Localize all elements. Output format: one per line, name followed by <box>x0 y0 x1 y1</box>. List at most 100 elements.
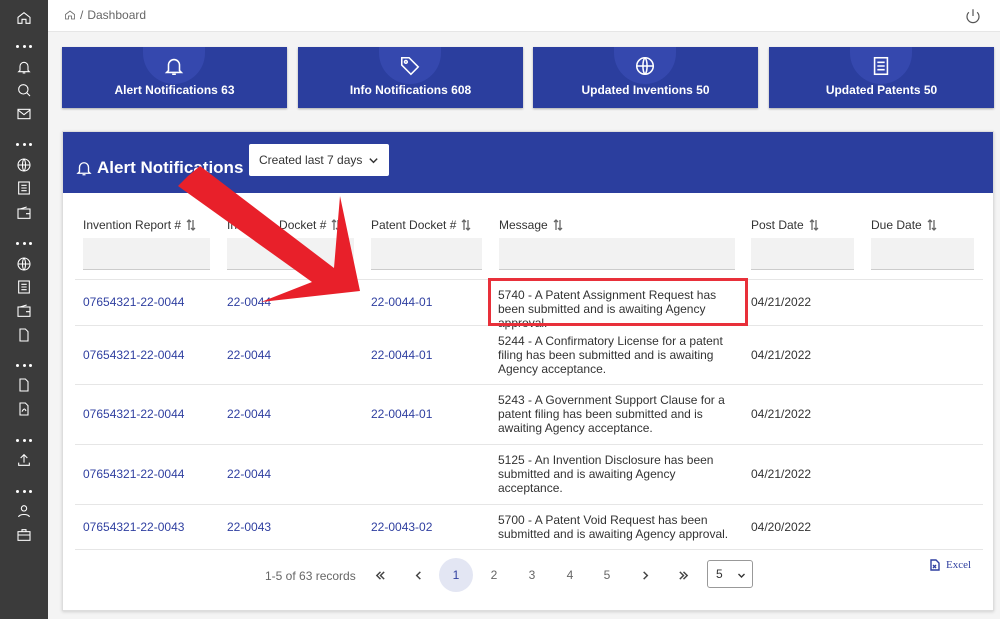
page-1-button[interactable]: 1 <box>439 558 473 592</box>
page-3-button[interactable]: 3 <box>515 558 549 592</box>
filter-input-invention-docket[interactable] <box>227 238 354 270</box>
header-label: Due Date <box>871 218 922 232</box>
patent-docket-link[interactable]: 22-0044-01 <box>371 348 432 362</box>
header-label: Patent Docket # <box>371 218 457 232</box>
filter-input-message[interactable] <box>499 238 735 270</box>
panel-title-text: Alert Notifications <box>97 158 244 177</box>
file-icon[interactable] <box>14 375 34 395</box>
patent-docket-link[interactable]: 22-0044-01 <box>371 407 432 421</box>
sort-icon <box>809 219 819 231</box>
power-icon[interactable] <box>964 7 982 25</box>
filter-input-patent-docket[interactable] <box>371 238 482 270</box>
column-header-patent-docket[interactable]: Patent Docket # <box>371 218 472 232</box>
more-icon[interactable] <box>16 364 32 368</box>
excel-label: Excel <box>946 559 972 571</box>
report-link[interactable]: 07654321-22-0044 <box>83 467 184 481</box>
list-icon[interactable] <box>14 178 34 198</box>
double-chevron-right-icon <box>678 570 688 580</box>
column-header-message[interactable]: Message <box>499 218 564 232</box>
wallet-icon[interactable] <box>14 301 34 321</box>
filter-input-due-date[interactable] <box>871 238 974 270</box>
column-header-due-date[interactable]: Due Date <box>871 218 938 232</box>
page-size-select[interactable]: 5 <box>707 560 753 588</box>
header-label: Post Date <box>751 218 804 232</box>
invention-docket-link[interactable]: 22-0043 <box>227 520 271 534</box>
tag-icon <box>400 56 420 75</box>
last-page-button[interactable] <box>666 558 700 592</box>
alert-notifications-panel: Alert Notifications Created last 7 days … <box>62 131 994 611</box>
more-icon[interactable] <box>16 45 32 49</box>
first-page-button[interactable] <box>363 558 397 592</box>
column-header-invention-docket[interactable]: Invention Docket # <box>227 218 342 232</box>
header-label: Message <box>499 218 548 232</box>
page-5-button[interactable]: 5 <box>590 558 624 592</box>
patent-docket-link[interactable]: 22-0043-02 <box>371 520 432 534</box>
upload-icon[interactable] <box>14 450 34 470</box>
post-date: 04/20/2022 <box>751 520 812 534</box>
invention-docket-link[interactable]: 22-0044 <box>227 467 271 481</box>
filter-input-report[interactable] <box>83 238 210 270</box>
more-icon[interactable] <box>16 490 32 494</box>
more-icon[interactable] <box>16 143 32 147</box>
message-text: 5700 - A Patent Void Request has been su… <box>498 513 729 541</box>
date-filter-value: Created last 7 days <box>259 153 363 167</box>
stat-card-patents[interactable]: Updated Patents 50 <box>769 47 994 108</box>
records-count: 1-5 of 63 records <box>265 569 356 583</box>
stat-label: Info Notifications 608 <box>349 83 472 97</box>
more-icon[interactable] <box>16 242 32 246</box>
notification-search-icon[interactable] <box>14 80 34 100</box>
document-icon <box>873 56 889 75</box>
globe-icon[interactable] <box>14 254 34 274</box>
header-label: Invention Report # <box>83 218 182 232</box>
globe-icon[interactable] <box>14 155 34 175</box>
invention-docket-link[interactable]: 22-0044 <box>227 348 271 362</box>
filter-input-post-date[interactable] <box>751 238 854 270</box>
page-size-value: 5 <box>716 567 723 581</box>
stat-card-alerts[interactable]: Alert Notifications 63 <box>62 47 287 108</box>
stat-card-inventions[interactable]: Updated Inventions 50 <box>533 47 758 108</box>
highlight-box <box>488 278 748 326</box>
invention-docket-link[interactable]: 22-0044 <box>227 295 271 309</box>
double-chevron-left-icon <box>375 570 385 580</box>
wallet-icon[interactable] <box>14 203 34 223</box>
patent-docket-link[interactable]: 22-0044-01 <box>371 295 432 309</box>
row-divider <box>75 384 983 385</box>
page-4-button[interactable]: 4 <box>553 558 587 592</box>
message-text: 5244 - A Confirmatory License for a pate… <box>498 334 723 376</box>
bell-icon <box>164 58 184 75</box>
column-header-post-date[interactable]: Post Date <box>751 218 820 232</box>
date-filter-dropdown[interactable]: Created last 7 days <box>249 144 389 176</box>
briefcase-icon[interactable] <box>14 525 34 545</box>
chevron-left-icon <box>415 570 421 580</box>
report-link[interactable]: 07654321-22-0044 <box>83 407 184 421</box>
chevron-down-icon <box>369 158 378 164</box>
post-date: 04/21/2022 <box>751 295 812 309</box>
sort-icon <box>186 219 196 231</box>
excel-file-icon <box>930 559 940 571</box>
mail-icon[interactable] <box>14 104 34 124</box>
more-icon[interactable] <box>16 439 32 443</box>
bell-icon[interactable] <box>14 57 34 77</box>
excel-export-button[interactable]: Excel <box>929 559 971 571</box>
list-icon[interactable] <box>14 277 34 297</box>
user-icon[interactable] <box>14 501 34 521</box>
report-link[interactable]: 07654321-22-0044 <box>83 348 184 362</box>
sort-icon <box>553 219 563 231</box>
home-icon[interactable] <box>14 8 34 28</box>
header-label: Invention Docket # <box>227 218 327 232</box>
home-icon[interactable] <box>64 9 76 21</box>
prev-page-button[interactable] <box>401 558 435 592</box>
stat-card-info[interactable]: Info Notifications 608 <box>298 47 523 108</box>
breadcrumb: / Dashboard <box>64 8 146 22</box>
report-link[interactable]: 07654321-22-0044 <box>83 295 184 309</box>
pdf-file-icon[interactable] <box>14 399 34 419</box>
file-icon[interactable] <box>14 325 34 345</box>
report-link[interactable]: 07654321-22-0043 <box>83 520 184 534</box>
post-date: 04/21/2022 <box>751 407 812 421</box>
next-page-button[interactable] <box>628 558 662 592</box>
invention-docket-link[interactable]: 22-0044 <box>227 407 271 421</box>
column-header-report[interactable]: Invention Report # <box>83 218 197 232</box>
breadcrumb-current: Dashboard <box>87 8 147 22</box>
stat-label: Updated Patents 50 <box>825 83 938 97</box>
page-2-button[interactable]: 2 <box>477 558 511 592</box>
